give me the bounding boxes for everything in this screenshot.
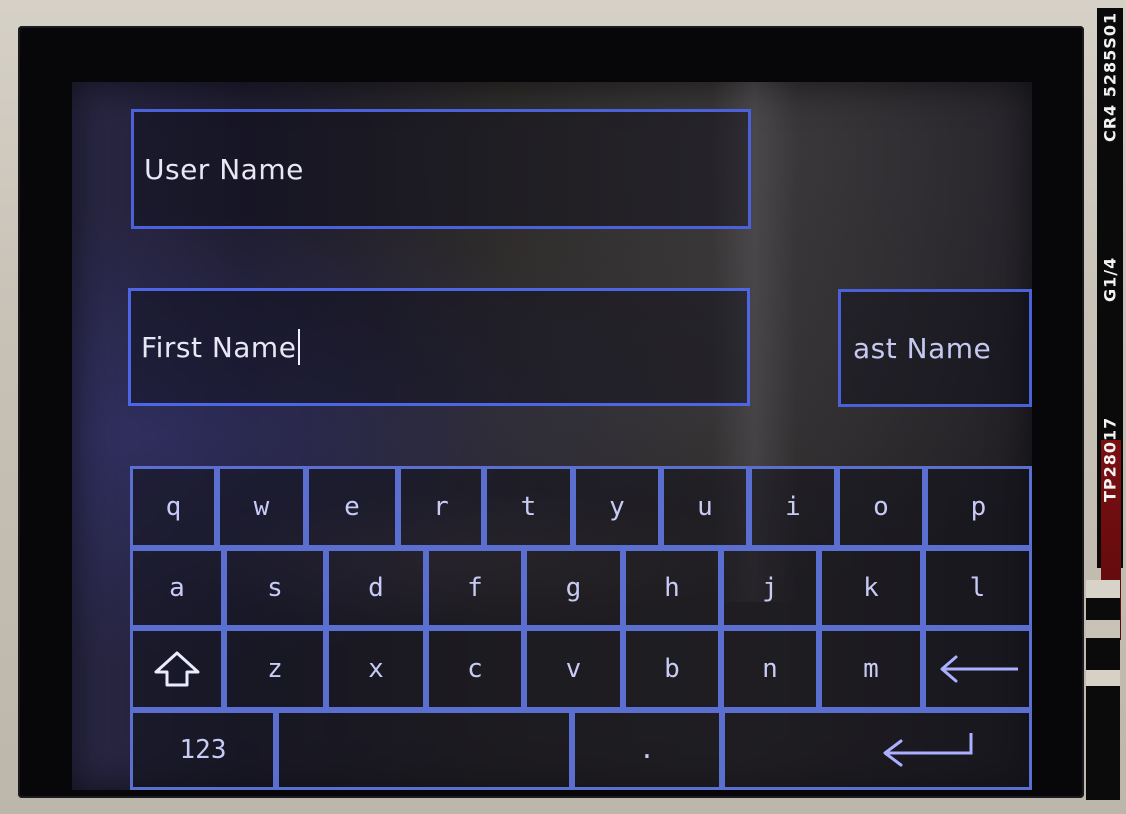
key-label: f xyxy=(467,573,483,603)
key-label: g xyxy=(565,573,582,603)
key-y[interactable]: y xyxy=(573,466,661,548)
key-label: h xyxy=(664,573,680,603)
key-v[interactable]: v xyxy=(524,628,623,710)
key-o[interactable]: o xyxy=(837,466,925,548)
key-z[interactable]: z xyxy=(224,628,326,710)
period-key[interactable]: . xyxy=(572,710,722,790)
key-m[interactable]: m xyxy=(819,628,923,710)
key-label: a xyxy=(169,573,185,603)
numeric-mode-label: 123 xyxy=(179,735,227,765)
numeric-mode-key[interactable]: 123 xyxy=(130,710,276,790)
user-name-field[interactable]: User Name xyxy=(131,109,751,229)
key-q[interactable]: q xyxy=(130,466,217,548)
key-c[interactable]: c xyxy=(426,628,524,710)
key-p[interactable]: p xyxy=(925,466,1032,548)
enter-key[interactable] xyxy=(722,710,1032,790)
text-caret xyxy=(298,329,301,365)
key-label: x xyxy=(368,654,384,684)
key-label: i xyxy=(785,492,801,522)
key-h[interactable]: h xyxy=(623,548,721,628)
pcb-label-2: G1/4 xyxy=(1100,256,1120,303)
screen-bezel: User Name First Name ast Name q w e r t … xyxy=(18,26,1084,798)
touch-screen: User Name First Name ast Name q w e r t … xyxy=(72,82,1032,790)
device-frame: User Name First Name ast Name q w e r t … xyxy=(0,0,1126,814)
key-label: q xyxy=(165,492,182,522)
key-label: r xyxy=(433,492,449,522)
key-label: p xyxy=(970,492,987,522)
pcb-components xyxy=(1086,580,1120,800)
pcb-label-text: TP28017 G1/4 CR4 5285S01 xyxy=(1097,12,1123,502)
pcb-label-3: CR4 5285S01 xyxy=(1100,12,1120,143)
user-name-field-text: User Name xyxy=(144,152,304,186)
key-label: o xyxy=(873,492,889,522)
key-label: t xyxy=(520,492,537,522)
key-label: u xyxy=(697,492,713,522)
key-g[interactable]: g xyxy=(524,548,623,628)
pcb-label-1: TP28017 xyxy=(1100,416,1120,502)
key-label: n xyxy=(762,654,778,684)
key-label: e xyxy=(344,492,360,522)
first-name-field[interactable]: First Name xyxy=(128,288,750,406)
key-label: y xyxy=(609,492,625,522)
key-i[interactable]: i xyxy=(749,466,837,548)
key-label: m xyxy=(863,654,879,684)
key-label: v xyxy=(565,654,582,684)
shift-key[interactable] xyxy=(130,628,224,710)
key-f[interactable]: f xyxy=(426,548,524,628)
key-x[interactable]: x xyxy=(326,628,426,710)
key-r[interactable]: r xyxy=(398,466,484,548)
key-label: c xyxy=(467,654,483,684)
arrow-left-icon xyxy=(936,652,1020,686)
key-label: j xyxy=(762,573,778,603)
key-b[interactable]: b xyxy=(623,628,721,710)
key-a[interactable]: a xyxy=(130,548,224,628)
key-w[interactable]: w xyxy=(217,466,306,548)
key-label: z xyxy=(267,654,283,684)
on-screen-keyboard: q w e r t y u i o p a s d f g h j k l z … xyxy=(130,466,1032,790)
key-label: l xyxy=(969,573,986,603)
key-label: w xyxy=(253,492,270,522)
key-l[interactable]: l xyxy=(923,548,1032,628)
last-name-field-text: ast Name xyxy=(853,331,992,365)
key-j[interactable]: j xyxy=(721,548,819,628)
key-label: b xyxy=(664,654,680,684)
first-name-field-text: First Name xyxy=(141,330,297,364)
key-t[interactable]: t xyxy=(484,466,573,548)
last-name-field[interactable]: ast Name xyxy=(838,289,1032,407)
key-n[interactable]: n xyxy=(721,628,819,710)
backspace-key[interactable] xyxy=(923,628,1032,710)
key-label: s xyxy=(267,573,283,603)
key-e[interactable]: e xyxy=(306,466,398,548)
key-d[interactable]: d xyxy=(326,548,426,628)
key-u[interactable]: u xyxy=(661,466,749,548)
key-k[interactable]: k xyxy=(819,548,923,628)
space-key[interactable] xyxy=(276,710,572,790)
key-s[interactable]: s xyxy=(224,548,326,628)
key-label: k xyxy=(863,573,879,603)
key-label: d xyxy=(368,573,384,603)
shift-arrow-up-icon xyxy=(150,649,204,689)
period-label: . xyxy=(639,735,655,765)
enter-return-icon xyxy=(875,727,985,773)
